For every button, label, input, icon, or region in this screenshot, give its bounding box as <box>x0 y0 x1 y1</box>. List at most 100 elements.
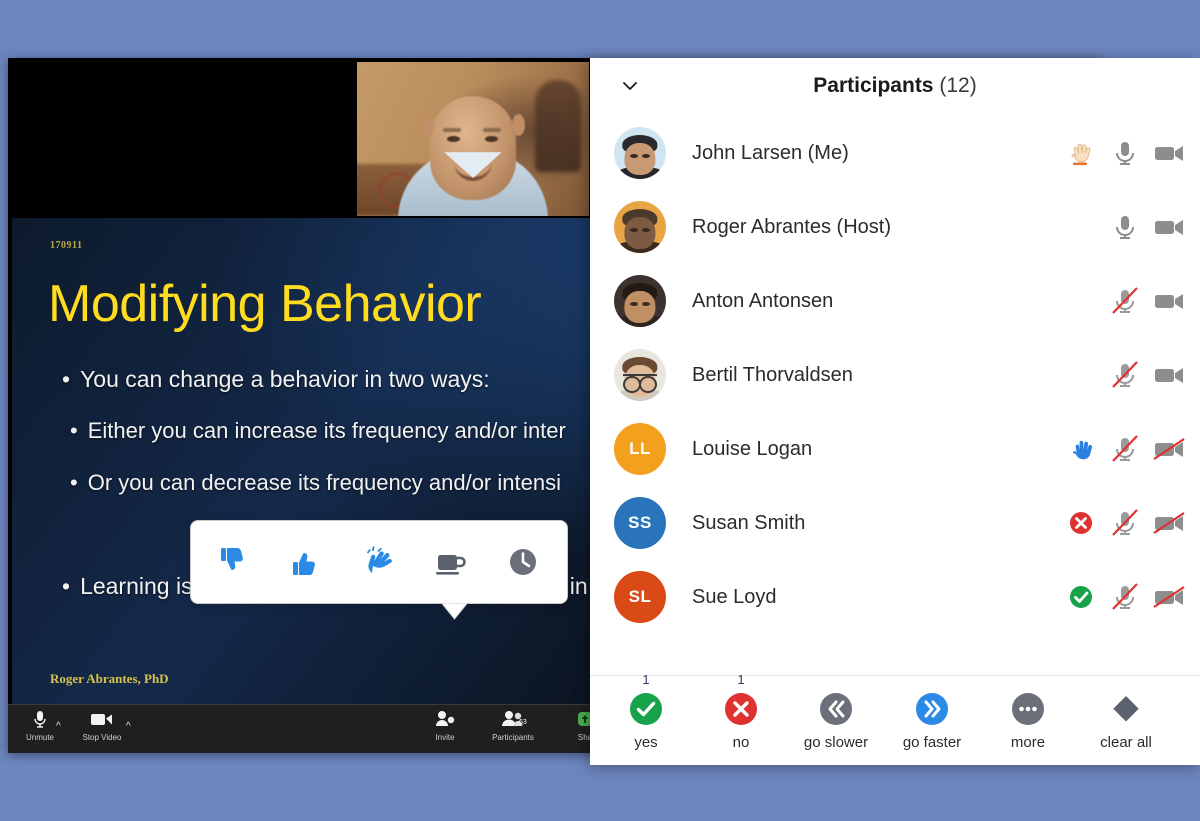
self-video-thumbnail[interactable] <box>357 62 589 216</box>
add-person-icon <box>413 710 477 732</box>
x-circle-icon <box>722 690 760 728</box>
action-clear-all-button[interactable]: clear all <box>1078 690 1174 751</box>
stop-video-label: Stop Video <box>82 733 122 742</box>
audio-options-chevron-up-icon[interactable]: ^ <box>56 721 61 732</box>
participant-row[interactable]: John Larsen (Me) <box>590 116 1200 190</box>
participant-status-icons <box>1108 338 1186 412</box>
action-go-slower-button[interactable]: go slower <box>788 690 884 751</box>
unmute-button[interactable]: Unmute <box>8 710 72 742</box>
unmute-label: Unmute <box>25 733 54 742</box>
action-yes-button[interactable]: 1 yes <box>598 672 694 751</box>
camera-off-icon[interactable] <box>1152 432 1186 466</box>
avatar <box>614 201 666 253</box>
participants-count-badge: 63 <box>519 719 527 726</box>
participant-row[interactable]: Roger Abrantes (Host) <box>590 190 1200 264</box>
participant-name: Bertil Thorvaldsen <box>692 363 853 386</box>
thumbs-down-icon[interactable] <box>208 536 262 588</box>
invite-label: Invite <box>435 733 455 742</box>
participant-status-icons <box>1108 190 1186 264</box>
camera-on-icon[interactable] <box>1152 358 1186 392</box>
raised-hand-icon[interactable] <box>1064 136 1098 170</box>
thumbs-up-icon[interactable] <box>280 536 334 588</box>
invite-button[interactable]: Invite <box>413 710 477 742</box>
avatar-initials: SS <box>614 497 666 549</box>
microphone-icon <box>8 710 72 732</box>
microphone-muted-icon[interactable] <box>1108 432 1142 466</box>
action-label: go faster <box>902 734 962 751</box>
avatar-initials: SL <box>614 571 666 623</box>
participant-name: Susan Smith <box>692 511 806 534</box>
slide-bullet: Either you can increase its frequency an… <box>70 418 566 444</box>
action-label: more <box>1010 734 1046 751</box>
thumbnail-person-head <box>430 96 516 200</box>
diamond-icon <box>1107 690 1145 728</box>
action-label: yes <box>634 734 658 751</box>
participant-row[interactable]: SS Susan Smith <box>590 486 1200 560</box>
participants-button[interactable]: 63 Participants <box>481 710 545 742</box>
action-more-button[interactable]: more <box>980 690 1076 751</box>
microphone-muted-icon[interactable] <box>1108 284 1142 318</box>
clock-icon[interactable] <box>496 536 550 588</box>
participant-status-icons <box>1108 264 1186 338</box>
participants-panel: Participants (12) John Larsen (Me) Roger … <box>590 58 1200 765</box>
camera-on-icon[interactable] <box>1152 284 1186 318</box>
yes-green-icon[interactable] <box>1064 580 1098 614</box>
no-red-icon[interactable] <box>1064 506 1098 540</box>
slide-bullet: You can change a behavior in two ways: <box>62 366 490 393</box>
action-go-faster-button[interactable]: go faster <box>884 690 980 751</box>
action-count: 1 <box>737 672 745 687</box>
thumbnail-ear-right <box>512 114 525 136</box>
action-no-button[interactable]: 1 no <box>693 672 789 751</box>
avatar <box>614 275 666 327</box>
avatar-photo <box>614 349 666 401</box>
action-label: clear all <box>1100 734 1152 751</box>
camera-on-icon[interactable] <box>1152 136 1186 170</box>
avatar-initials: LL <box>614 423 666 475</box>
participant-name: Louise Logan <box>692 437 813 460</box>
thumbnail-wall-decor <box>535 80 581 172</box>
emoji-reaction-popup <box>190 520 568 604</box>
microphone-muted-icon[interactable] <box>1108 580 1142 614</box>
video-options-chevron-up-icon[interactable]: ^ <box>126 721 131 732</box>
participant-status-icons <box>1064 560 1186 634</box>
action-bar: 1 yes 1 no go slower go faster more clear all <box>590 672 1200 765</box>
action-count: 1 <box>642 672 650 687</box>
participant-row[interactable]: Anton Antonsen <box>590 264 1200 338</box>
page-title: Participants (12) <box>590 74 1200 98</box>
coffee-cup-icon[interactable] <box>424 536 478 588</box>
thumbnail-brow-left <box>443 128 461 132</box>
participant-list: John Larsen (Me) Roger Abrantes (Host) Ant… <box>590 116 1200 676</box>
thumbnail-ear-left <box>421 114 434 136</box>
participant-row[interactable]: SL Sue Loyd <box>590 560 1200 634</box>
participant-row[interactable]: Bertil Thorvaldsen <box>590 338 1200 412</box>
microphone-on-icon[interactable] <box>1108 136 1142 170</box>
action-label: go slower <box>803 734 869 751</box>
ellipsis-circle-icon <box>1009 690 1047 728</box>
avatar <box>614 127 666 179</box>
camera-off-icon[interactable] <box>1152 506 1186 540</box>
check-circle-icon <box>627 690 665 728</box>
avatar <box>614 349 666 401</box>
avatar-photo <box>614 127 666 179</box>
participant-row[interactable]: LL Louise Logan <box>590 412 1200 486</box>
camera-off-icon[interactable] <box>1152 580 1186 614</box>
microphone-muted-icon[interactable] <box>1108 506 1142 540</box>
double-chevron-right-icon <box>913 690 951 728</box>
double-chevron-left-icon <box>817 690 855 728</box>
participants-label: Participants <box>492 733 534 742</box>
participant-name: Anton Antonsen <box>692 289 834 312</box>
clap-icon[interactable] <box>352 536 406 588</box>
camera-on-icon[interactable] <box>1152 210 1186 244</box>
avatar-photo <box>614 275 666 327</box>
microphone-muted-icon[interactable] <box>1108 358 1142 392</box>
raise-hand-blue-icon[interactable] <box>1064 432 1098 466</box>
thumbnail-brow-right <box>483 128 501 132</box>
participant-status-icons <box>1064 486 1186 560</box>
participants-panel-header: Participants (12) <box>590 58 1200 116</box>
slide-date-code: 170911 <box>50 240 83 251</box>
microphone-on-icon[interactable] <box>1108 210 1142 244</box>
action-label: no <box>732 734 750 751</box>
panel-title-text: Participants <box>813 74 934 97</box>
stop-video-button[interactable]: Stop Video <box>70 710 134 742</box>
slide-title: Modifying Behavior <box>48 275 482 333</box>
